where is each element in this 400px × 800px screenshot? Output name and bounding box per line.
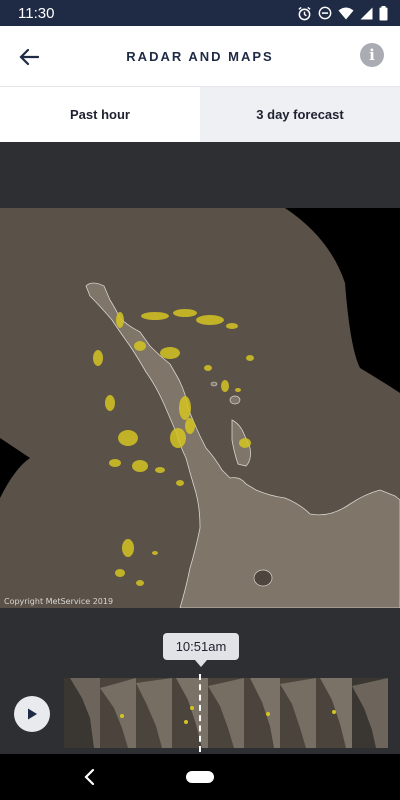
current-time: 10:51am — [175, 639, 227, 654]
status-bar: 11:30 — [0, 0, 400, 26]
info-button[interactable]: i — [360, 43, 384, 67]
timeline-frame[interactable] — [100, 678, 136, 748]
tab-label: Past hour — [70, 107, 130, 122]
app-header: RADAR AND MAPS i — [0, 26, 400, 86]
timeline-frame[interactable] — [172, 678, 208, 748]
info-icon: i — [369, 46, 375, 64]
back-arrow-icon — [19, 48, 39, 66]
map-copyright: Copyright MetService 2019 — [4, 597, 114, 606]
island — [210, 381, 218, 387]
nav-home-pill[interactable] — [186, 771, 214, 783]
timeline-frame[interactable] — [136, 678, 172, 748]
timeline-frames[interactable] — [64, 678, 400, 748]
tab-past-hour[interactable]: Past hour — [0, 87, 200, 142]
radar-map-image — [0, 208, 400, 608]
tab-3-day-forecast[interactable]: 3 day forecast — [200, 87, 400, 142]
battery-icon — [379, 5, 388, 20]
radar-map[interactable]: Copyright MetService 2019 — [0, 142, 400, 672]
island — [229, 395, 241, 405]
system-nav-bar — [0, 754, 400, 800]
timeline-frame[interactable] — [244, 678, 280, 748]
timeline-frame[interactable] — [208, 678, 244, 748]
nav-back-icon[interactable] — [80, 767, 100, 787]
lake-taupo — [253, 569, 273, 587]
play-button[interactable] — [14, 696, 50, 732]
wifi-icon — [338, 7, 354, 19]
timeline-scrubber[interactable] — [199, 674, 201, 752]
back-button[interactable] — [14, 42, 44, 72]
current-time-label: 10:51am — [163, 633, 239, 667]
tab-bar: Past hour 3 day forecast — [0, 86, 400, 142]
timeline-frame[interactable] — [352, 678, 388, 748]
timeline-frame[interactable] — [316, 678, 352, 748]
alarm-icon — [298, 6, 311, 20]
timeline — [0, 672, 400, 754]
timeline-frame[interactable] — [280, 678, 316, 748]
status-time: 11:30 — [18, 4, 55, 22]
signal-icon — [360, 7, 373, 19]
timeline-frame[interactable] — [64, 678, 100, 748]
status-icons — [297, 5, 388, 21]
do-not-disturb-icon — [318, 6, 332, 20]
play-icon — [28, 708, 37, 720]
tab-label: 3 day forecast — [256, 107, 344, 122]
page-title: RADAR AND MAPS — [126, 48, 274, 64]
